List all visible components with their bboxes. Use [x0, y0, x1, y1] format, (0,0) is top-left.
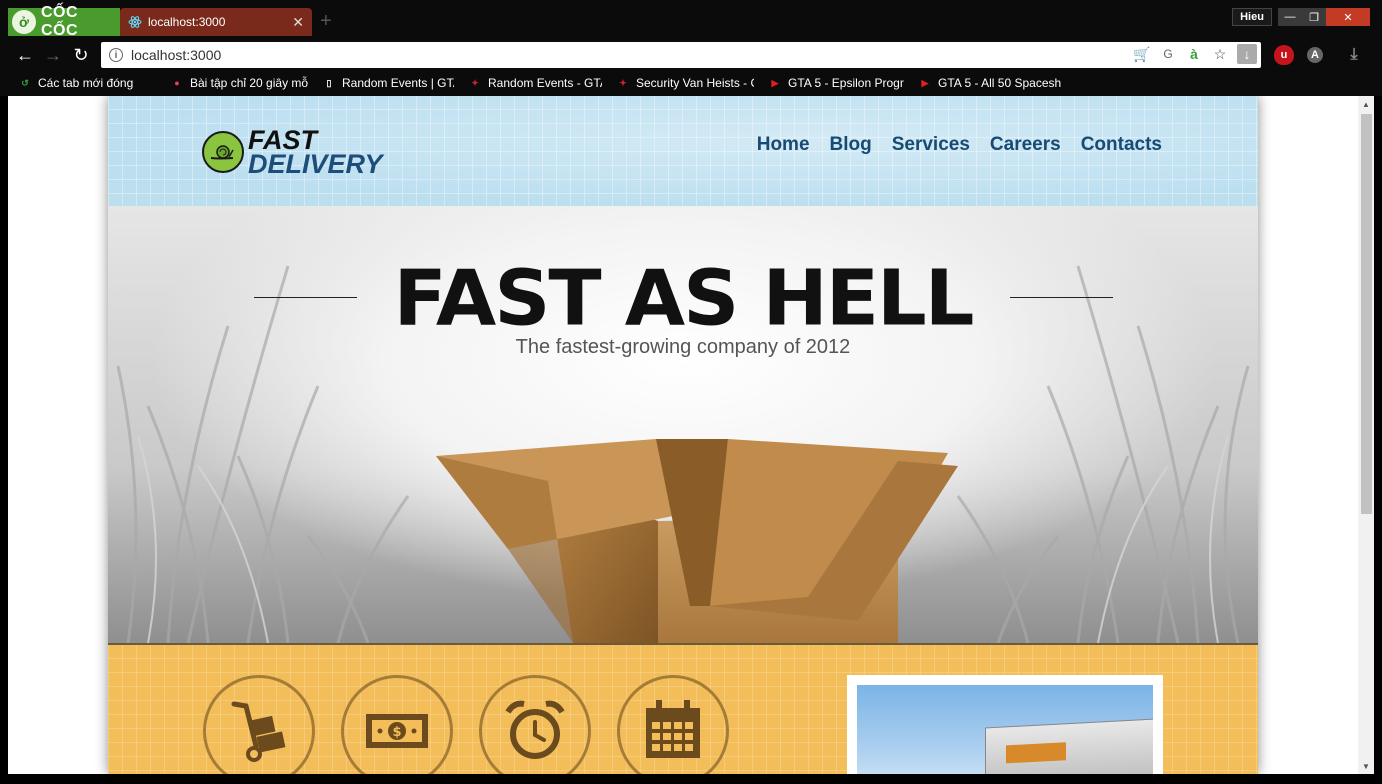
downloads-icon[interactable]: ⤓ — [1344, 45, 1364, 65]
react-favicon-icon — [128, 16, 142, 28]
shopping-cart-icon[interactable]: 🛒 — [1133, 44, 1151, 64]
scroll-thumb[interactable] — [1361, 114, 1372, 514]
bookmark-label: Các tab mới đóng — [38, 76, 134, 90]
ublock-extension-icon[interactable]: u — [1274, 45, 1294, 65]
scroll-down-icon[interactable]: ▼ — [1358, 758, 1374, 774]
bookmark-item[interactable]: ✦ Random Events - GTA — [468, 73, 602, 93]
page-scrollbar[interactable]: ▲ ▼ — [1358, 96, 1374, 774]
close-window-button[interactable]: ✕ — [1326, 8, 1370, 26]
bookmark-item[interactable]: ▯ Random Events | GTA — [322, 73, 454, 93]
site-info-icon[interactable]: i — [109, 48, 123, 62]
hand-truck-icon — [231, 701, 286, 762]
nav-contacts[interactable]: Contacts — [1081, 134, 1162, 156]
nav-blog[interactable]: Blog — [830, 134, 872, 156]
site-header: FAST DELIVERY Home Blog Services Careers… — [108, 96, 1258, 206]
address-bar[interactable]: i localhost:3000 🛒 G à ☆ ↓ — [101, 42, 1261, 68]
feature-calendar — [617, 675, 729, 774]
alarm-clock-icon — [505, 700, 565, 759]
bookmark-label: GTA 5 - All 50 Spacesh — [938, 76, 1062, 90]
new-tab-button[interactable]: + — [320, 11, 338, 31]
page-viewport: FAST DELIVERY Home Blog Services Careers… — [8, 96, 1374, 774]
coccoc-menu-button[interactable]: ở CỐC CỐC — [8, 4, 120, 39]
cardboard-box-image — [436, 439, 958, 643]
features-section: $ — [108, 643, 1258, 774]
nav-home[interactable]: Home — [757, 134, 810, 156]
tab-localhost[interactable]: localhost:3000 ✕ — [120, 8, 312, 36]
bookmark-item[interactable]: ▶ GTA 5 - Epsilon Progr — [768, 73, 904, 93]
youtube-icon: ▶ — [921, 77, 929, 88]
nav-careers[interactable]: Careers — [990, 134, 1061, 156]
address-text[interactable]: localhost:3000 — [131, 47, 221, 63]
translate-icon[interactable]: G — [1159, 44, 1177, 64]
youtube-icon: ▶ — [771, 77, 779, 88]
bookmark-label: Random Events - GTA — [488, 76, 602, 90]
bookmark-item[interactable]: ✦ Security Van Heists - G — [616, 73, 754, 93]
bookmark-item[interactable]: ↺ Các tab mới đóng — [18, 73, 156, 93]
recent-tabs-icon: ↺ — [21, 77, 29, 88]
feature-money: $ — [341, 675, 453, 774]
browser-titlebar: ở CỐC CỐC localhost:3000 ✕ + Hieu — ❐ ✕ — [0, 0, 1382, 40]
nav-services[interactable]: Services — [892, 134, 970, 156]
tab-close-icon[interactable]: ✕ — [292, 14, 304, 31]
bookmark-label: GTA 5 - Epsilon Progr — [788, 76, 904, 90]
vietnamese-input-icon[interactable]: à — [1185, 44, 1203, 64]
logo-text-delivery: DELIVERY — [248, 149, 383, 180]
tab-title: localhost:3000 — [148, 15, 226, 29]
site-logo[interactable]: FAST DELIVERY — [202, 126, 383, 180]
calendar-icon — [646, 700, 700, 758]
coccoc-logo-icon: ở — [12, 10, 36, 34]
brand-name: CỐC CỐC — [40, 4, 79, 39]
scroll-up-icon[interactable]: ▲ — [1358, 96, 1374, 112]
feature-alarm-clock — [479, 675, 591, 774]
feature-hand-truck — [203, 675, 315, 774]
forward-arrow-icon[interactable]: → — [43, 45, 63, 65]
minimize-button[interactable]: — — [1278, 8, 1302, 26]
rockstar-icon: ✦ — [619, 77, 627, 88]
profile-button[interactable]: Hieu — [1232, 8, 1272, 26]
pokeball-icon: ● — [174, 78, 180, 88]
browser-toolbar: ← → ↻ i localhost:3000 🛒 G à ☆ ↓ u A ⤓ — [0, 40, 1382, 70]
bookmarks-bar: ↺ Các tab mới đóng ● Bài tập chỉ 20 giây mỗ… — [0, 70, 1382, 96]
bookmark-label: Security Van Heists - G — [636, 76, 754, 90]
bookmark-item[interactable]: ▶ GTA 5 - All 50 Spacesh — [918, 73, 1074, 93]
svg-text:$: $ — [392, 725, 401, 740]
truck-photo-frame — [847, 675, 1163, 774]
rockstar-icon: ✦ — [471, 77, 479, 88]
snail-logo-icon — [202, 131, 244, 174]
download-arrow-icon[interactable]: ↓ — [1237, 44, 1257, 64]
site-container: FAST DELIVERY Home Blog Services Careers… — [108, 96, 1258, 774]
truck-photo-image — [857, 685, 1153, 774]
maximize-button[interactable]: ❐ — [1302, 8, 1326, 26]
back-arrow-icon[interactable]: ← — [15, 45, 35, 65]
reload-icon[interactable]: ↻ — [71, 45, 91, 65]
bookmark-star-icon[interactable]: ☆ — [1211, 44, 1229, 64]
truck-shape — [985, 718, 1153, 774]
hero-subtitle: The fastest-growing company of 2012 — [515, 336, 851, 358]
hero-banner: FAST AS HELL The fastest-growing company… — [108, 206, 1258, 643]
extension-a-icon[interactable]: A — [1307, 47, 1323, 63]
bookmark-label: Bài tập chỉ 20 giây mỗ — [190, 76, 308, 90]
page-icon: ▯ — [326, 77, 332, 88]
bookmark-item[interactable]: ● Bài tập chỉ 20 giây mỗ — [170, 73, 308, 93]
money-icon: $ — [366, 714, 428, 748]
bookmark-label: Random Events | GTA — [342, 76, 454, 90]
main-nav: Home Blog Services Careers Contacts — [757, 134, 1162, 156]
hero-title: FAST AS HELL — [393, 254, 975, 344]
